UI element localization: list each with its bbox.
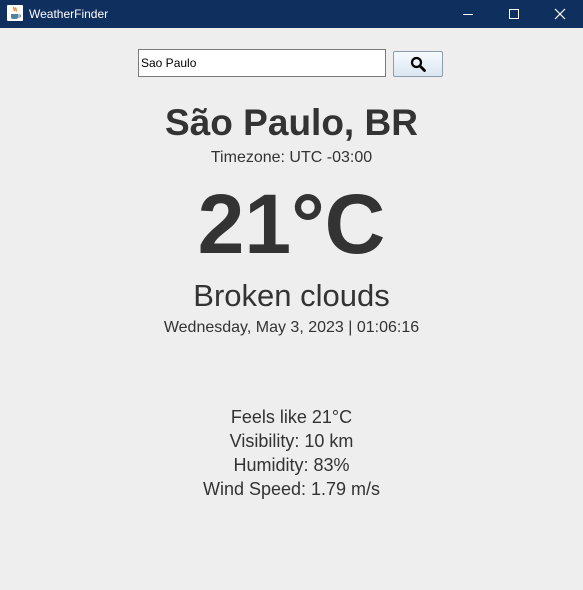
java-cup-icon [7, 5, 23, 21]
visibility: Visibility: 10 km [229, 431, 354, 451]
title-bar[interactable]: WeatherFinder [0, 0, 583, 28]
close-icon [554, 8, 566, 20]
temperature-value: 21°C [197, 177, 386, 271]
weather-details: Feels like 21°C Visibility: 10 km Humidi… [0, 405, 583, 501]
close-button[interactable] [537, 0, 583, 28]
maximize-icon [509, 9, 519, 19]
date-time: Wednesday, May 3, 2023 | 01:06:16 [163, 319, 420, 336]
timezone-label: Timezone: UTC -03:00 [210, 149, 373, 166]
weather-condition: Broken clouds [193, 278, 390, 313]
minimize-icon [463, 14, 473, 15]
city-name: São Paulo, BR [165, 102, 418, 143]
window-title: WeatherFinder [29, 7, 109, 21]
search-icon [410, 56, 426, 72]
maximize-button[interactable] [491, 0, 537, 28]
wind-speed: Wind Speed: 1.79 m/s [202, 479, 381, 499]
humidity: Humidity: 83% [233, 455, 350, 475]
minimize-button[interactable] [445, 0, 491, 28]
feels-like: Feels like 21°C [230, 407, 353, 427]
search-input[interactable] [138, 49, 386, 77]
search-button[interactable] [393, 51, 443, 77]
